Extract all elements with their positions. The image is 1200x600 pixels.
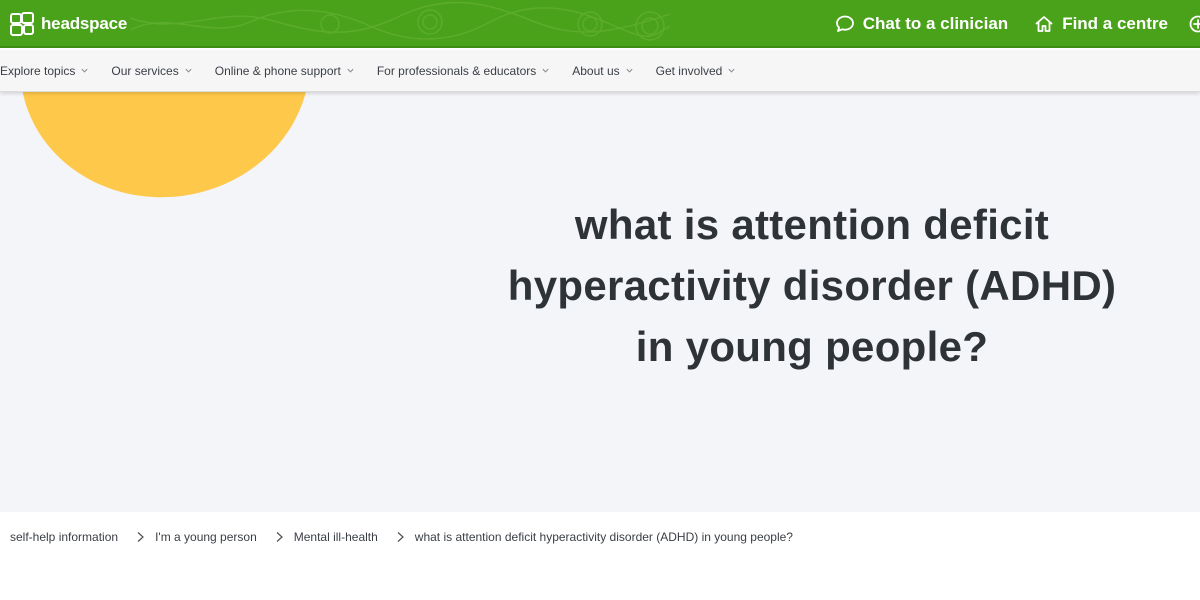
chevron-down-icon	[542, 68, 549, 73]
top-bar: headspace Chat to a clinician Find a cen…	[0, 0, 1200, 48]
find-a-centre-label: Find a centre	[1062, 14, 1168, 33]
header-actions: Chat to a clinician Find a centre	[809, 0, 1200, 46]
chevron-right-icon	[276, 532, 283, 542]
headspace-logo[interactable]: headspace	[9, 10, 127, 38]
nav-item-online-phone-support[interactable]: Online & phone support	[215, 64, 355, 78]
nav-item-label: Our services	[111, 63, 179, 78]
chevron-down-icon	[347, 68, 354, 73]
chat-to-clinician-label: Chat to a clinician	[862, 14, 1009, 33]
decorative-yellow-shape	[2, 92, 328, 216]
nav-item-label: For professionals & educators	[376, 63, 537, 78]
nav-item-label: Online & phone support	[214, 63, 341, 78]
nav-item-label: Get involved	[655, 63, 723, 78]
nav-item-about-us[interactable]: About us	[572, 64, 633, 78]
hero-banner: what is attention deficit hyperactivity …	[0, 92, 1200, 512]
chevron-down-icon	[185, 68, 192, 73]
chat-bubble-icon	[835, 15, 854, 32]
breadcrumb-link-self-help[interactable]: self-help information	[10, 530, 118, 544]
chevron-right-icon	[397, 532, 404, 542]
headspace-logo-icon	[10, 12, 34, 36]
breadcrumb-link-young-person[interactable]: I'm a young person	[155, 530, 257, 544]
main-navigation: Explore topics Our services Online & pho…	[0, 50, 1200, 92]
nav-item-explore-topics[interactable]: Explore topics	[0, 64, 89, 78]
decorative-pattern	[130, 1, 670, 41]
page-title: what is attention deficit hyperactivity …	[507, 201, 1117, 370]
breadcrumb: self-help information I'm a young person…	[10, 528, 793, 546]
logo-wordmark: headspace	[41, 14, 128, 33]
add-more-button[interactable]	[1188, 14, 1200, 34]
chat-to-clinician-button[interactable]: Chat to a clinician	[835, 14, 1008, 34]
nav-item-label: Explore topics	[0, 63, 76, 78]
find-a-centre-button[interactable]: Find a centre	[1034, 14, 1168, 34]
chevron-down-icon	[728, 68, 735, 73]
chevron-right-icon	[137, 532, 144, 542]
nav-item-label: About us	[572, 63, 620, 78]
breadcrumb-link-mental-ill-health[interactable]: Mental ill-health	[294, 530, 378, 544]
nav-item-our-services[interactable]: Our services	[111, 64, 192, 78]
home-icon	[1035, 16, 1053, 32]
plus-circle-icon	[1189, 15, 1200, 33]
nav-item-get-involved[interactable]: Get involved	[656, 64, 737, 78]
chevron-down-icon	[81, 68, 88, 73]
breadcrumb-current-page: what is attention deficit hyperactivity …	[414, 530, 793, 544]
chevron-down-icon	[626, 68, 633, 73]
nav-item-professionals-educators[interactable]: For professionals & educators	[377, 64, 550, 78]
